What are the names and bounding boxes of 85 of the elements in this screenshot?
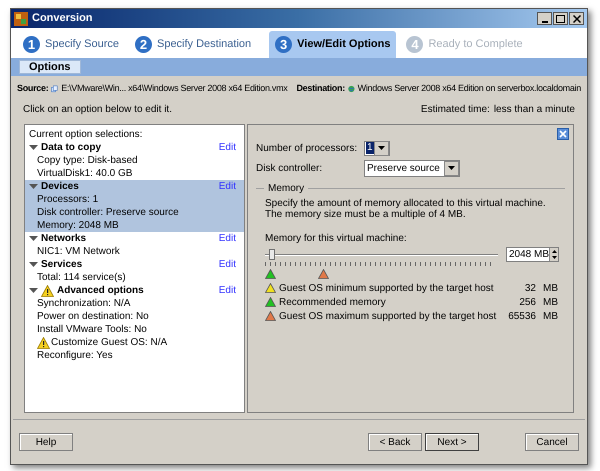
close-button[interactable] [569, 12, 584, 25]
collapse-icon[interactable] [29, 236, 38, 242]
option-detail: NIC1: VM Network [37, 245, 120, 259]
estimated-time-value: less than a minute [494, 103, 575, 117]
help-button[interactable]: Help [19, 433, 73, 451]
group-legend: Memory [268, 180, 304, 196]
step-number-badge: 2 [134, 36, 152, 53]
edit-link[interactable]: Edit [218, 179, 236, 194]
legend-label: Guest OS minimum supported by the target host [279, 282, 494, 294]
minimize-icon [542, 20, 548, 22]
processors-dropdown[interactable]: 1 [364, 140, 390, 156]
option-detail: Power on destination: No [37, 310, 149, 324]
collapse-icon[interactable] [29, 184, 38, 190]
edit-link[interactable]: Edit [218, 257, 236, 272]
section-title: Services [41, 258, 82, 272]
legend-label: Recommended memory [279, 296, 386, 308]
close-icon [572, 14, 580, 22]
option-section[interactable]: Services Edit Total: 114 service(s) [25, 258, 244, 284]
section-title: Networks [41, 232, 86, 246]
next-button[interactable]: Next > [425, 433, 479, 451]
edit-link[interactable]: Edit [218, 140, 236, 155]
step-number-badge: 4 [406, 36, 424, 53]
maximize-button[interactable] [553, 12, 568, 25]
option-detail: Processors: 1 [37, 193, 98, 207]
option-detail: Memory: 2048 MB [37, 219, 119, 233]
option-detail: VirtualDisk1: 40.0 GB [37, 167, 132, 181]
cancel-button[interactable]: Cancel [525, 433, 579, 451]
memory-amount: 256 [519, 296, 536, 310]
edit-link[interactable]: Edit [218, 231, 236, 246]
memory-spin-field[interactable]: 2048 MB [506, 247, 559, 262]
option-section[interactable]: Devices Edit Processors: 1 Disk controller: Preserve source Memory: 2048 MB [25, 180, 244, 232]
collapse-icon[interactable] [29, 262, 38, 268]
destination-name: Windows Server 2008 x64 Edition on serverbox.localdomain [358, 82, 581, 95]
file-icon [51, 82, 58, 94]
section-title: Data to copy [41, 141, 102, 155]
memory-unit: MB [543, 296, 558, 310]
wizard-step[interactable]: 2 Specify Destination [128, 31, 258, 58]
option-detail: Customize Guest OS: N/A [51, 336, 168, 350]
hint-text: Click on an option below to edit it. [23, 103, 172, 117]
source-label: Source: [17, 82, 48, 95]
option-section[interactable]: Networks Edit NIC1: VM Network [25, 232, 244, 258]
memory-description: Specify the amount of memory allocated to this virtual machine. The memory size must be a multiple of 4 MB. [264, 198, 547, 220]
window-title: Conversion [32, 11, 93, 26]
destination-label: Destination: [296, 82, 345, 95]
estimated-time-label: Estimated time: [420, 103, 490, 117]
legend-label: Guest OS maximum supported by the target host [279, 310, 496, 322]
spin-down-icon[interactable] [552, 256, 557, 260]
memory-unit: MB [543, 310, 558, 324]
warning-icon [37, 336, 50, 348]
source-path: E:\VMware\Win... x64\Windows Server 2008 x64 Edition.vmx [61, 82, 288, 95]
collapse-icon[interactable] [29, 288, 38, 294]
memory-unit: MB [543, 282, 558, 296]
memory-slider[interactable] [265, 249, 498, 261]
option-section[interactable]: Advanced options Edit Synchronization: N/A Power on destination: No Install VMware Tools: No Customize Guest OS: N/A Reconfigure: Yes [25, 284, 244, 362]
minimize-button[interactable] [537, 12, 552, 25]
wizard-step[interactable]: 3 View/Edit Options [269, 31, 396, 58]
section-title: Advanced options [57, 284, 144, 298]
memory-amount: 32 [524, 282, 536, 296]
section-title: Devices [41, 180, 79, 194]
maximize-icon [556, 14, 565, 22]
option-detail: Total: 114 service(s) [37, 271, 126, 285]
slider-label: Memory for this virtual machine: [264, 232, 408, 246]
option-detail: Synchronization: N/A [37, 297, 130, 311]
step-number-badge: 3 [275, 36, 292, 53]
collapse-icon[interactable] [29, 144, 38, 150]
memory-amount: 65536 [508, 310, 536, 324]
option-detail: Install VMware Tools: No [37, 323, 147, 337]
field-label: Disk controller: [256, 162, 324, 176]
back-button[interactable]: < Back [368, 433, 422, 451]
option-detail: Disk controller: Preserve source [37, 206, 179, 220]
field-label: Number of processors: [256, 142, 358, 156]
subtab[interactable]: Options [19, 60, 81, 74]
disk-controller-dropdown[interactable]: Preserve source [364, 160, 460, 176]
spin-up-icon[interactable] [552, 250, 557, 253]
warning-icon [41, 284, 54, 296]
edit-link[interactable]: Edit [218, 283, 236, 298]
step-number-badge: 1 [23, 36, 40, 53]
app-icon [14, 12, 28, 26]
slider-thumb[interactable] [268, 249, 275, 260]
wizard-step[interactable]: 1 Specify Source [17, 31, 125, 58]
panel-heading: Current option selections: [28, 128, 144, 141]
option-detail: Copy type: Disk-based [37, 154, 138, 168]
option-detail: Reconfigure: Yes [37, 349, 113, 363]
option-section[interactable]: Data to copy Edit Copy type: Disk-based VirtualDisk1: 40.0 GB [25, 141, 244, 180]
close-icon[interactable] [557, 128, 569, 140]
